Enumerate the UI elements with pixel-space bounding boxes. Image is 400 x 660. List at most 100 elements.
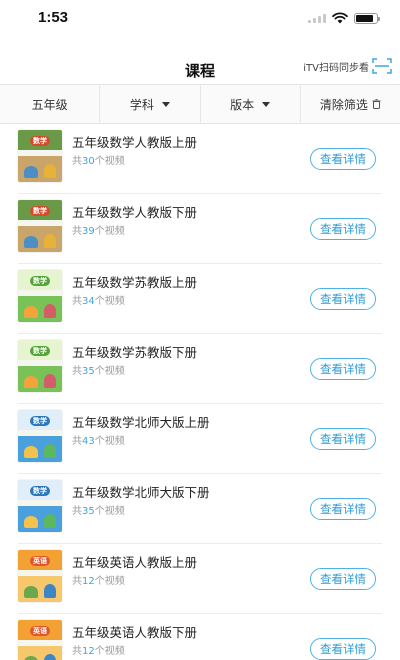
count-prefix: 共 [72,506,82,517]
filter-subject-label: 学科 [129,97,154,112]
course-title: 五年级数学人教版下册 [72,205,198,220]
course-list-item[interactable]: 数学 五年级数学北师大版下册 共35个视频 查看详情 [0,474,400,544]
view-details-button[interactable]: 查看详情 [310,288,376,310]
count-prefix: 共 [72,156,82,167]
cover-subject-badge: 英语 [30,556,50,566]
status-time: 1:53 [38,9,69,26]
course-list-item[interactable]: 数学 五年级数学北师大版上册 共43个视频 查看详情 [0,404,400,474]
video-count-number: 35 [82,366,95,377]
scan-icon [372,58,392,74]
count-suffix: 个视频 [94,226,125,237]
count-suffix: 个视频 [94,576,125,587]
view-details-button[interactable]: 查看详情 [310,428,376,450]
view-details-button[interactable]: 查看详情 [310,358,376,380]
course-video-count: 共30个视频 [72,152,125,167]
count-suffix: 个视频 [94,156,125,167]
cover-artwork [44,164,56,178]
course-video-count: 共43个视频 [72,432,125,447]
view-details-button[interactable]: 查看详情 [310,218,376,240]
clear-filters-label: 清除筛选 [319,97,368,112]
status-icons [308,12,380,24]
video-count-number: 12 [82,576,95,587]
filter-grade-label: 五年级 [31,97,68,112]
video-count-number: 35 [82,506,95,517]
textbook-cover-image: 数学 [18,200,62,252]
course-video-count: 共12个视频 [72,642,125,657]
course-title: 五年级英语人教版上册 [72,555,198,570]
view-details-button[interactable]: 查看详情 [310,498,376,520]
cover-artwork [44,304,56,318]
count-prefix: 共 [72,436,82,447]
clear-filters-button[interactable]: 清除筛选 [301,85,400,123]
cover-artwork [44,514,56,528]
count-prefix: 共 [72,296,82,307]
chevron-down-icon [161,101,170,107]
itv-scan-link[interactable]: iTV扫码同步看 [303,58,392,74]
nav-bar: 课程 iTV扫码同步看 [0,52,400,84]
cover-subject-badge: 数学 [30,206,50,216]
wifi-icon [332,12,348,24]
course-video-count: 共35个视频 [72,362,125,377]
filter-edition-dropdown[interactable]: 版本 [201,85,301,123]
cover-subject-badge: 英语 [30,626,50,636]
count-suffix: 个视频 [94,646,125,657]
cover-artwork [24,516,38,528]
course-video-count: 共39个视频 [72,222,125,237]
cover-subject-badge: 数学 [30,346,50,356]
textbook-cover-image: 数学 [18,270,62,322]
cover-artwork [24,306,38,318]
status-bar: 1:53 [0,0,400,38]
cover-artwork [44,374,56,388]
view-details-button[interactable]: 查看详情 [310,638,376,660]
cover-artwork [24,376,38,388]
filter-subject-dropdown[interactable]: 学科 [100,85,201,123]
cover-artwork [24,166,38,178]
cover-artwork [24,586,38,598]
count-prefix: 共 [72,366,82,377]
course-list-item[interactable]: 数学 五年级数学人教版上册 共30个视频 查看详情 [0,124,400,194]
textbook-cover-image: 英语 [18,620,62,660]
cover-artwork [24,236,38,248]
view-details-button[interactable]: 查看详情 [310,148,376,170]
course-title: 五年级数学苏教版下册 [72,345,198,360]
cover-subject-badge: 数学 [30,416,50,426]
filter-bar: 五年级 学科 版本 清除筛选 [0,84,400,124]
cover-artwork [44,234,56,248]
course-video-count: 共12个视频 [72,572,125,587]
filter-edition-label: 版本 [230,97,255,112]
textbook-cover-image: 数学 [18,410,62,462]
course-title: 五年级数学北师大版上册 [72,415,210,430]
count-suffix: 个视频 [94,436,125,447]
view-details-button[interactable]: 查看详情 [310,568,376,590]
course-video-count: 共35个视频 [72,502,125,517]
count-prefix: 共 [72,226,82,237]
video-count-number: 12 [82,646,95,657]
cover-subject-badge: 数学 [30,136,50,146]
video-count-number: 30 [82,156,95,167]
count-suffix: 个视频 [94,506,125,517]
cover-artwork [44,584,56,598]
count-prefix: 共 [72,646,82,657]
course-title: 五年级数学北师大版下册 [72,485,210,500]
video-count-number: 43 [82,436,95,447]
textbook-cover-image: 英语 [18,550,62,602]
video-count-number: 39 [82,226,95,237]
cover-subject-badge: 数学 [30,486,50,496]
course-title: 五年级数学人教版上册 [72,135,198,150]
course-list-item[interactable]: 英语 五年级英语人教版下册 共12个视频 查看详情 [0,614,400,660]
filter-grade[interactable]: 五年级 [0,85,101,123]
chevron-down-icon [262,101,271,107]
textbook-cover-image: 数学 [18,130,62,182]
cover-artwork [24,446,38,458]
count-suffix: 个视频 [94,366,125,377]
count-suffix: 个视频 [94,296,125,307]
textbook-cover-image: 数学 [18,480,62,532]
course-list-item[interactable]: 英语 五年级英语人教版上册 共12个视频 查看详情 [0,544,400,614]
course-title: 五年级数学苏教版上册 [72,275,198,290]
course-list-item[interactable]: 数学 五年级数学苏教版下册 共35个视频 查看详情 [0,334,400,404]
course-list-item[interactable]: 数学 五年级数学苏教版上册 共34个视频 查看详情 [0,264,400,334]
cellular-signal-icon [308,13,326,23]
video-count-number: 34 [82,296,95,307]
course-list-item[interactable]: 数学 五年级数学人教版下册 共39个视频 查看详情 [0,194,400,264]
scan-label: iTV扫码同步看 [303,62,369,74]
